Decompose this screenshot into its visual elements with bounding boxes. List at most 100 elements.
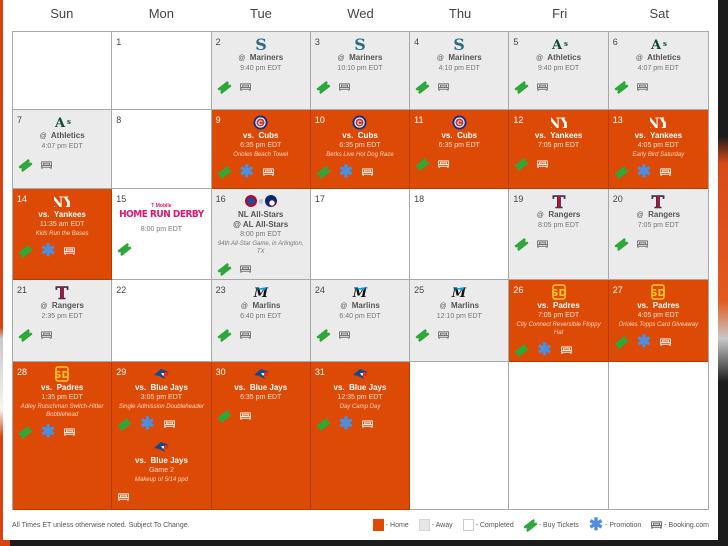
promotion-icon[interactable]: ✱ — [41, 242, 55, 259]
ticket-icon[interactable] — [515, 84, 528, 91]
bed-icon[interactable] — [636, 83, 648, 91]
day-cell-13[interactable]: 13NYvs. Yankees4:05 pm EDTEarly Bird Sat… — [608, 110, 708, 189]
day-cell-10[interactable]: 10 Cvs. Cubs 6:35 pm EDT Berks Live Hot Dog… — [310, 110, 411, 189]
game[interactable]: vs. Blue Jays 12:35 pm EDT Day Camp Day — [311, 362, 409, 411]
promotion-icon[interactable]: ✱ — [537, 341, 551, 358]
game[interactable]: M @ Marlins 6:40 pm EDT — [212, 280, 310, 322]
bed-icon[interactable] — [560, 346, 572, 354]
day-cell-4[interactable]: 4 S @ Mariners 4:10 pm EDT — [410, 32, 510, 110]
day-cell-23[interactable]: 23 M @ Marlins 6:40 pm EDT — [211, 280, 311, 362]
promotion-icon[interactable]: ✱ — [339, 163, 353, 180]
ticket-icon[interactable] — [515, 161, 528, 168]
bed-icon[interactable] — [438, 160, 449, 168]
ticket-icon[interactable] — [416, 161, 429, 168]
ticket-icon[interactable] — [218, 266, 231, 273]
day-cell-26[interactable]: 26 SD vs. Padres 7:05 pm EDT City Connect Re… — [509, 280, 609, 362]
game[interactable]: T @ Rangers 7:05 pm EDT — [609, 189, 708, 231]
bed-icon[interactable] — [537, 240, 549, 248]
day-cell-20[interactable]: 20 T @ Rangers 7:05 pm EDT — [608, 189, 708, 280]
ticket-icon[interactable] — [19, 429, 32, 436]
game[interactable]: vs. Blue Jays 3:05 pm EDT Single Admission… — [112, 362, 210, 411]
ticket-icon[interactable] — [515, 241, 528, 248]
bed-icon[interactable] — [438, 331, 449, 339]
bed-icon[interactable] — [41, 161, 52, 169]
promotion-icon[interactable]: ✱ — [240, 163, 254, 180]
game[interactable]: vs. Blue Jays 6:35 pm EDT — [212, 362, 310, 403]
day-cell-16[interactable]: 16 @ NL All-Stars @ AL All-Stars 8:00 pm EDT… — [211, 189, 311, 280]
ticket-icon[interactable] — [515, 347, 528, 354]
ticket-icon[interactable] — [615, 241, 628, 248]
bed-icon[interactable] — [537, 83, 549, 91]
ticket-icon[interactable] — [218, 84, 231, 91]
ticket-icon[interactable] — [118, 246, 131, 253]
bed-icon[interactable] — [537, 160, 549, 168]
game[interactable]: T @ Rangers 2:35 pm EDT — [13, 280, 111, 322]
game[interactable]: NYvs. Yankees7:05 pm EDT — [509, 110, 607, 151]
bed-icon[interactable] — [64, 428, 76, 436]
promotion-icon[interactable]: ✱ — [41, 423, 55, 440]
bed-icon[interactable] — [262, 168, 274, 176]
ticket-icon[interactable] — [118, 421, 131, 428]
game[interactable]: Cvs. Cubs 6:35 pm EDT Orioles Beach Towel — [212, 110, 310, 159]
game[interactable]: S @ Mariners 4:10 pm EDT — [410, 32, 508, 74]
bed-icon[interactable] — [239, 83, 251, 91]
day-cell-5[interactable]: 5 As @ Athletics 9:40 pm EDT — [509, 32, 609, 110]
promotion-icon[interactable]: ✱ — [339, 415, 353, 432]
bed-icon[interactable] — [64, 247, 76, 255]
ticket-icon[interactable] — [615, 169, 628, 176]
bed-icon[interactable] — [660, 338, 671, 346]
ticket-icon[interactable] — [317, 84, 330, 91]
ticket-icon[interactable] — [416, 84, 429, 91]
game[interactable]: vs. Blue Jays Game 2 Makeup of 5/14 ppd — [112, 435, 210, 484]
day-cell-2[interactable]: 2 S @ Mariners 9:40 pm EDT — [211, 32, 311, 110]
game[interactable]: SD vs. Padres 1:35 pm EDT Adley Rutschman S… — [13, 362, 111, 419]
game[interactable]: As @ Athletics 4:07 pm EDT — [13, 110, 111, 152]
game[interactable]: As @ Athletics 4:07 pm EDT — [609, 32, 708, 74]
ticket-icon[interactable] — [218, 332, 231, 339]
day-cell-3[interactable]: 3 S @ Mariners 10:10 pm EDT — [310, 32, 411, 110]
day-cell-29[interactable]: 29 vs. Blue Jays 3:05 pm EDT Single Admissi… — [112, 362, 212, 510]
home-run-derby[interactable]: T Mobile HOME RUN DERBY 8:00 pm EDT — [112, 189, 210, 235]
ticket-icon[interactable] — [416, 332, 429, 339]
game[interactable]: NYvs. Yankees11:35 am EDTKids Run the Ba… — [13, 189, 111, 238]
game[interactable]: Cvs. Cubs 6:35 pm EDT — [410, 110, 508, 151]
day-cell-9[interactable]: 9 Cvs. Cubs 6:35 pm EDT Orioles Beach Towel… — [211, 110, 311, 189]
ticket-icon[interactable] — [317, 169, 330, 176]
bed-icon[interactable] — [163, 420, 175, 428]
day-cell-25[interactable]: 25 M @ Marlins 12:10 pm EDT — [410, 280, 510, 362]
ticket-icon[interactable] — [317, 332, 330, 339]
ticket-icon[interactable] — [615, 339, 628, 346]
game[interactable]: M @ Marlins 6:40 pm EDT — [311, 280, 409, 322]
day-cell-11[interactable]: 11 Cvs. Cubs 6:35 pm EDT — [410, 110, 510, 189]
game[interactable]: M @ Marlins 12:10 pm EDT — [410, 280, 508, 322]
ticket-icon[interactable] — [19, 332, 32, 339]
bed-icon[interactable] — [362, 168, 373, 176]
ticket-icon[interactable] — [19, 162, 32, 169]
bed-icon[interactable] — [118, 493, 130, 501]
day-cell-30[interactable]: 30 vs. Blue Jays 6:35 pm EDT — [211, 362, 311, 510]
game[interactable]: Cvs. Cubs 6:35 pm EDT Berks Live Hot Dog R… — [311, 110, 409, 159]
day-cell-6[interactable]: 6 As @ Athletics 4:07 pm EDT — [608, 32, 708, 110]
day-cell-12[interactable]: 12NYvs. Yankees7:05 pm EDT — [509, 110, 609, 189]
game[interactable]: SD vs. Padres 7:05 pm EDT City Connect Reve… — [509, 280, 607, 337]
bed-icon[interactable] — [41, 331, 52, 339]
ticket-icon[interactable] — [218, 413, 231, 420]
promotion-icon[interactable]: ✱ — [637, 333, 651, 350]
ticket-icon[interactable] — [317, 421, 330, 428]
game[interactable]: T @ Rangers 8:05 pm EDT — [509, 189, 607, 231]
ticket-icon[interactable] — [615, 84, 628, 91]
ticket-icon[interactable] — [218, 169, 231, 176]
day-cell-27[interactable]: 27 SD vs. Padres 4:05 pm EDT Orioles Topps C… — [608, 280, 708, 362]
game[interactable]: S @ Mariners 9:40 pm EDT — [212, 32, 310, 74]
day-cell-15[interactable]: 15 T Mobile HOME RUN DERBY 8:00 pm EDT — [112, 189, 212, 280]
ticket-icon[interactable] — [19, 248, 32, 255]
day-cell-24[interactable]: 24 M @ Marlins 6:40 pm EDT — [310, 280, 411, 362]
day-cell-21[interactable]: 21 T @ Rangers 2:35 pm EDT — [13, 280, 113, 362]
bed-icon[interactable] — [339, 83, 350, 91]
bed-icon[interactable] — [239, 331, 251, 339]
bed-icon[interactable] — [660, 168, 671, 176]
day-cell-28[interactable]: 28 SD vs. Padres 1:35 pm EDT Adley Rutschman… — [13, 362, 113, 510]
bed-icon[interactable] — [636, 240, 648, 248]
game[interactable]: S @ Mariners 10:10 pm EDT — [311, 32, 409, 74]
day-cell-14[interactable]: 14NYvs. Yankees11:35 am EDTKids Run the … — [13, 189, 113, 280]
